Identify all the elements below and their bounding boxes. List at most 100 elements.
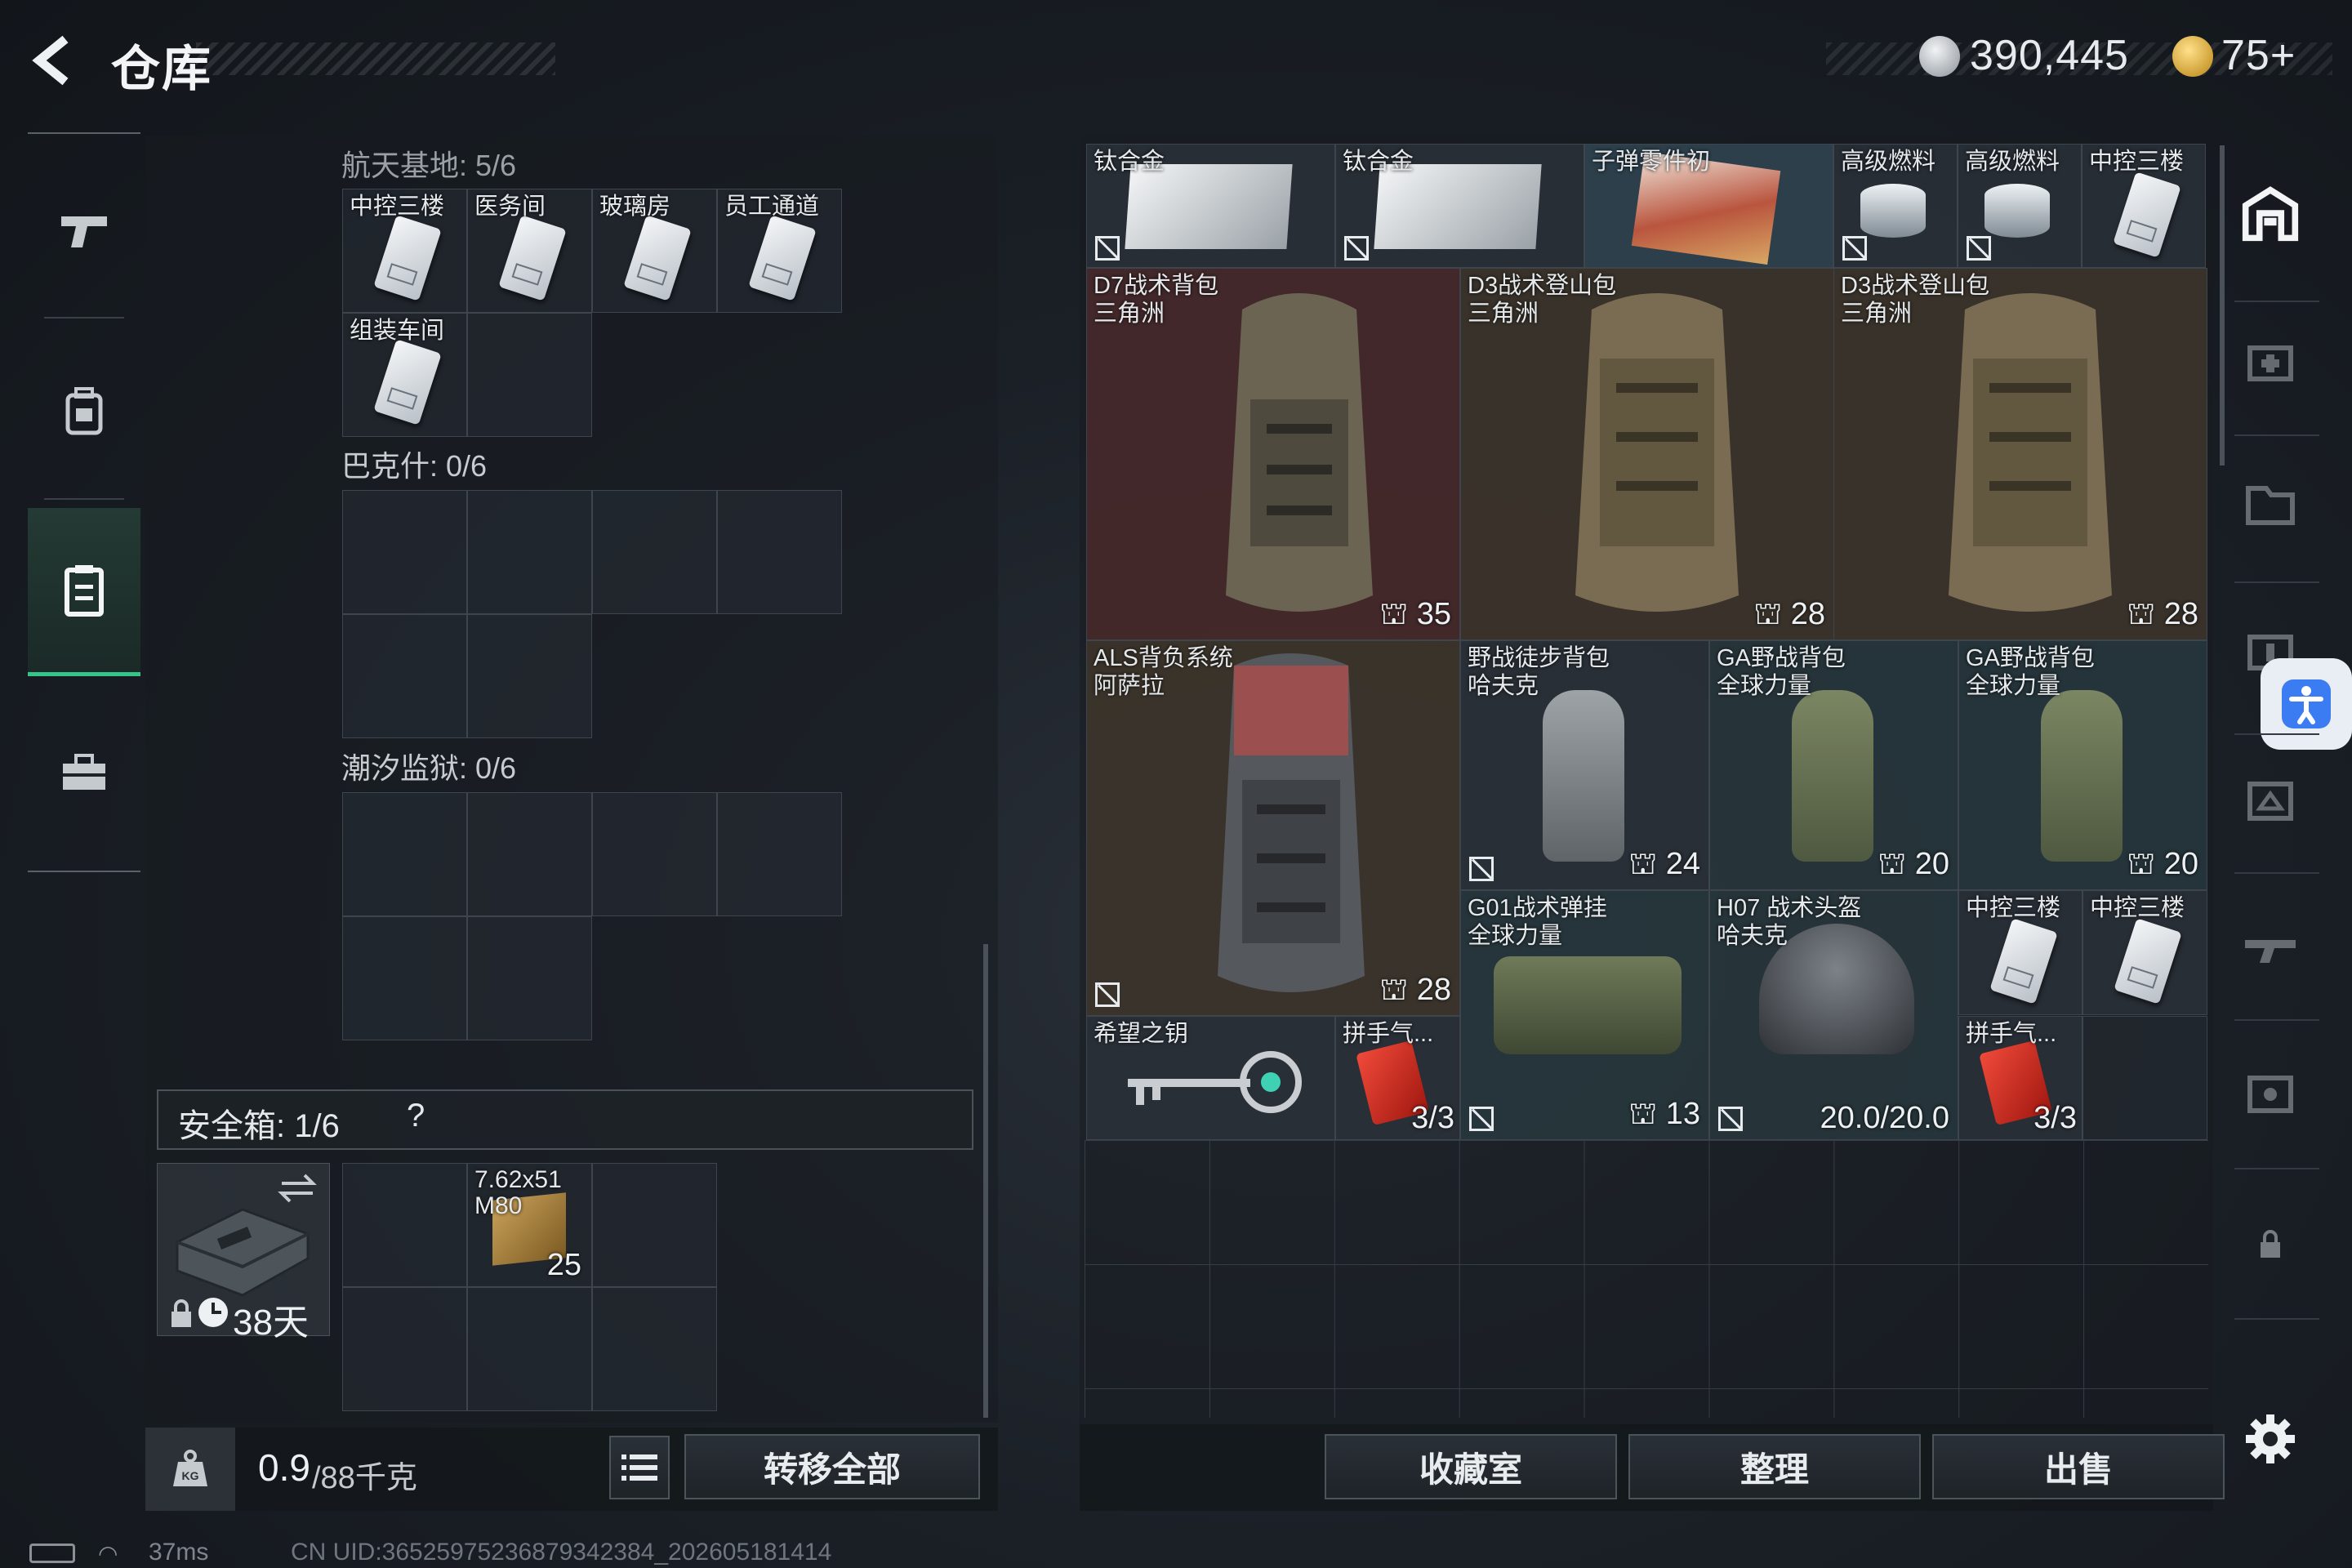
capacity-icon: ⛫ xyxy=(2127,847,2156,881)
item-name: 拼手气... xyxy=(1343,1021,1434,1047)
key-slot[interactable]: 员工通道 xyxy=(717,189,842,313)
item-name: D7战术背包 三角洲 xyxy=(1094,273,1219,327)
premium-amount[interactable]: 75+ xyxy=(2221,31,2296,80)
item-lucky-draw[interactable]: 拼手气... 3/3 xyxy=(1958,1016,2082,1140)
page-title: 仓库 xyxy=(111,42,212,96)
back-arrow-icon xyxy=(32,35,69,86)
safe-slot-ammo[interactable]: 7.62x51 M80 25 xyxy=(467,1163,592,1287)
item-key[interactable]: 中控三楼 xyxy=(2082,890,2207,1015)
box-icon xyxy=(2247,782,2293,821)
key-name: 玻璃房 xyxy=(599,194,671,220)
transfer-all-button[interactable]: 转移全部 xyxy=(684,1434,980,1499)
item-g01-chest-rig[interactable]: G01战术弹挂 全球力量 ⛫ 13 xyxy=(1460,890,1709,1140)
safe-slot[interactable] xyxy=(592,1287,717,1411)
inventory-scrollbar[interactable] xyxy=(2220,145,2225,466)
collection-room-button[interactable]: 收藏室 xyxy=(1325,1434,1617,1499)
empty-key-slot[interactable] xyxy=(342,490,467,614)
empty-key-slot[interactable] xyxy=(342,916,467,1040)
capacity-value: 20 xyxy=(2163,847,2198,881)
container-tab-v[interactable] xyxy=(2241,1068,2300,1117)
empty-key-slot[interactable] xyxy=(717,792,842,916)
item-name: GA野战背包 全球力量 xyxy=(1966,645,2095,699)
item-titanium[interactable]: 钛合金 xyxy=(1086,144,1335,268)
empty-key-slot[interactable] xyxy=(467,490,592,614)
sell-button[interactable]: 出售 xyxy=(1932,1434,2225,1499)
safe-slot[interactable] xyxy=(467,1287,592,1411)
equipment-box-icon xyxy=(2247,1076,2293,1113)
safe-slot[interactable] xyxy=(342,1163,467,1287)
safe-box-help-button[interactable]: ? xyxy=(407,1098,425,1134)
key-card-icon xyxy=(2114,918,2182,1004)
item-als-backpack[interactable]: ALS背负系统 阿萨拉 ⛫ 28 xyxy=(1086,640,1460,1016)
key-slot[interactable]: 医务间 xyxy=(467,189,592,313)
fuel-can-icon xyxy=(1860,184,1926,238)
item-name: G01战术弹挂 全球力量 xyxy=(1468,895,1607,949)
organize-button[interactable]: 整理 xyxy=(1628,1434,1921,1499)
accessibility-button[interactable] xyxy=(2261,658,2352,750)
item-capacity: ⛫ 35 xyxy=(1379,597,1451,636)
swap-icon[interactable] xyxy=(277,1172,318,1205)
nav-toolbox[interactable] xyxy=(28,691,140,854)
key-slot[interactable]: 组装车间 xyxy=(342,313,467,437)
nav-weapons[interactable] xyxy=(28,149,140,312)
safe-slot[interactable] xyxy=(592,1163,717,1287)
empty-slot[interactable] xyxy=(2082,1016,2207,1140)
key-name: 组装车间 xyxy=(350,318,445,344)
empty-key-slot[interactable] xyxy=(717,490,842,614)
capacity-value: 35 xyxy=(1416,597,1451,631)
item-fuel[interactable]: 高级燃料 xyxy=(1833,144,1958,268)
ammo-count: 25 xyxy=(546,1248,581,1282)
container-tab-iv-documents[interactable] xyxy=(2241,480,2300,529)
item-field-backpack[interactable]: 野战徒步背包 哈夫克 ⛫ 24 xyxy=(1460,640,1709,890)
ammo-name: 7.62x51 M80 xyxy=(474,1166,562,1219)
lock-icon xyxy=(2261,1230,2280,1258)
item-lucky-draw[interactable]: 拼手气... 3/3 xyxy=(1335,1016,1460,1140)
item-key[interactable]: 中控三楼 xyxy=(1958,890,2082,1015)
item-ga-backpack[interactable]: GA野战背包 全球力量 ⛫ 20 xyxy=(1958,640,2207,890)
toolbox-icon xyxy=(63,754,105,790)
safe-box-label: 安全箱: 1/6 xyxy=(178,1108,340,1144)
container-tab-iii-b[interactable] xyxy=(2241,923,2300,972)
empty-key-slot[interactable] xyxy=(592,792,717,916)
settings-button[interactable] xyxy=(2241,1414,2300,1463)
container-tab-iii-a[interactable] xyxy=(2241,776,2300,825)
titanium-icon xyxy=(1374,164,1542,249)
empty-key-slot[interactable] xyxy=(592,490,717,614)
nav-equipment[interactable] xyxy=(28,330,140,493)
item-d3-backpack[interactable]: D3战术登山包 三角洲 ⛫ 28 xyxy=(1460,268,1834,640)
item-fuel[interactable]: 高级燃料 xyxy=(1958,144,2082,268)
item-hope-key[interactable]: 希望之钥 xyxy=(1086,1016,1335,1140)
key-card-icon xyxy=(373,339,442,425)
empty-key-slot[interactable] xyxy=(467,792,592,916)
back-button[interactable] xyxy=(24,31,83,90)
sidebar-divider xyxy=(2234,434,2319,436)
chest-rig-image xyxy=(1494,956,1682,1054)
empty-key-slot[interactable] xyxy=(467,614,592,738)
key-storage-scrollbar[interactable] xyxy=(983,944,988,1418)
item-capacity: ⛫ 13 xyxy=(1628,1097,1700,1136)
list-view-button[interactable] xyxy=(609,1436,670,1499)
item-name: 中控三楼 xyxy=(2090,895,2185,921)
container-tab-main[interactable] xyxy=(2241,186,2300,242)
item-ga-backpack[interactable]: GA野战背包 全球力量 ⛫ 20 xyxy=(1709,640,1958,890)
container-tab-iv-medical[interactable] xyxy=(2241,336,2300,385)
item-bullet-parts[interactable]: 子弹零件初 xyxy=(1584,144,1833,268)
item-h07-helmet[interactable]: H07 战术头盔 哈夫克 20.0/20.0 xyxy=(1709,890,1958,1140)
item-d3-backpack[interactable]: D3战术登山包 三角洲 ⛫ 28 xyxy=(1833,268,2207,640)
accessibility-icon xyxy=(2282,679,2331,728)
item-titanium[interactable]: 钛合金 xyxy=(1335,144,1584,268)
item-d7-backpack[interactable]: D7战术背包 三角洲 ⛫ 35 xyxy=(1086,268,1460,640)
empty-key-slot[interactable] xyxy=(342,792,467,916)
key-slot[interactable]: 玻璃房 xyxy=(592,189,717,313)
empty-key-slot[interactable] xyxy=(342,614,467,738)
empty-key-slot[interactable] xyxy=(467,313,592,437)
empty-key-slot[interactable] xyxy=(467,916,592,1040)
item-capacity: ⛫ 28 xyxy=(2127,597,2198,636)
capacity-icon: ⛫ xyxy=(1753,597,1783,631)
key-slot[interactable]: 中控三楼 xyxy=(342,189,467,313)
safe-slot[interactable] xyxy=(342,1287,467,1411)
safe-box-container[interactable]: 38天 xyxy=(157,1163,330,1343)
nav-safe-box[interactable] xyxy=(28,508,140,676)
nav-divider xyxy=(44,317,124,318)
item-key[interactable]: 中控三楼 xyxy=(2082,144,2206,268)
